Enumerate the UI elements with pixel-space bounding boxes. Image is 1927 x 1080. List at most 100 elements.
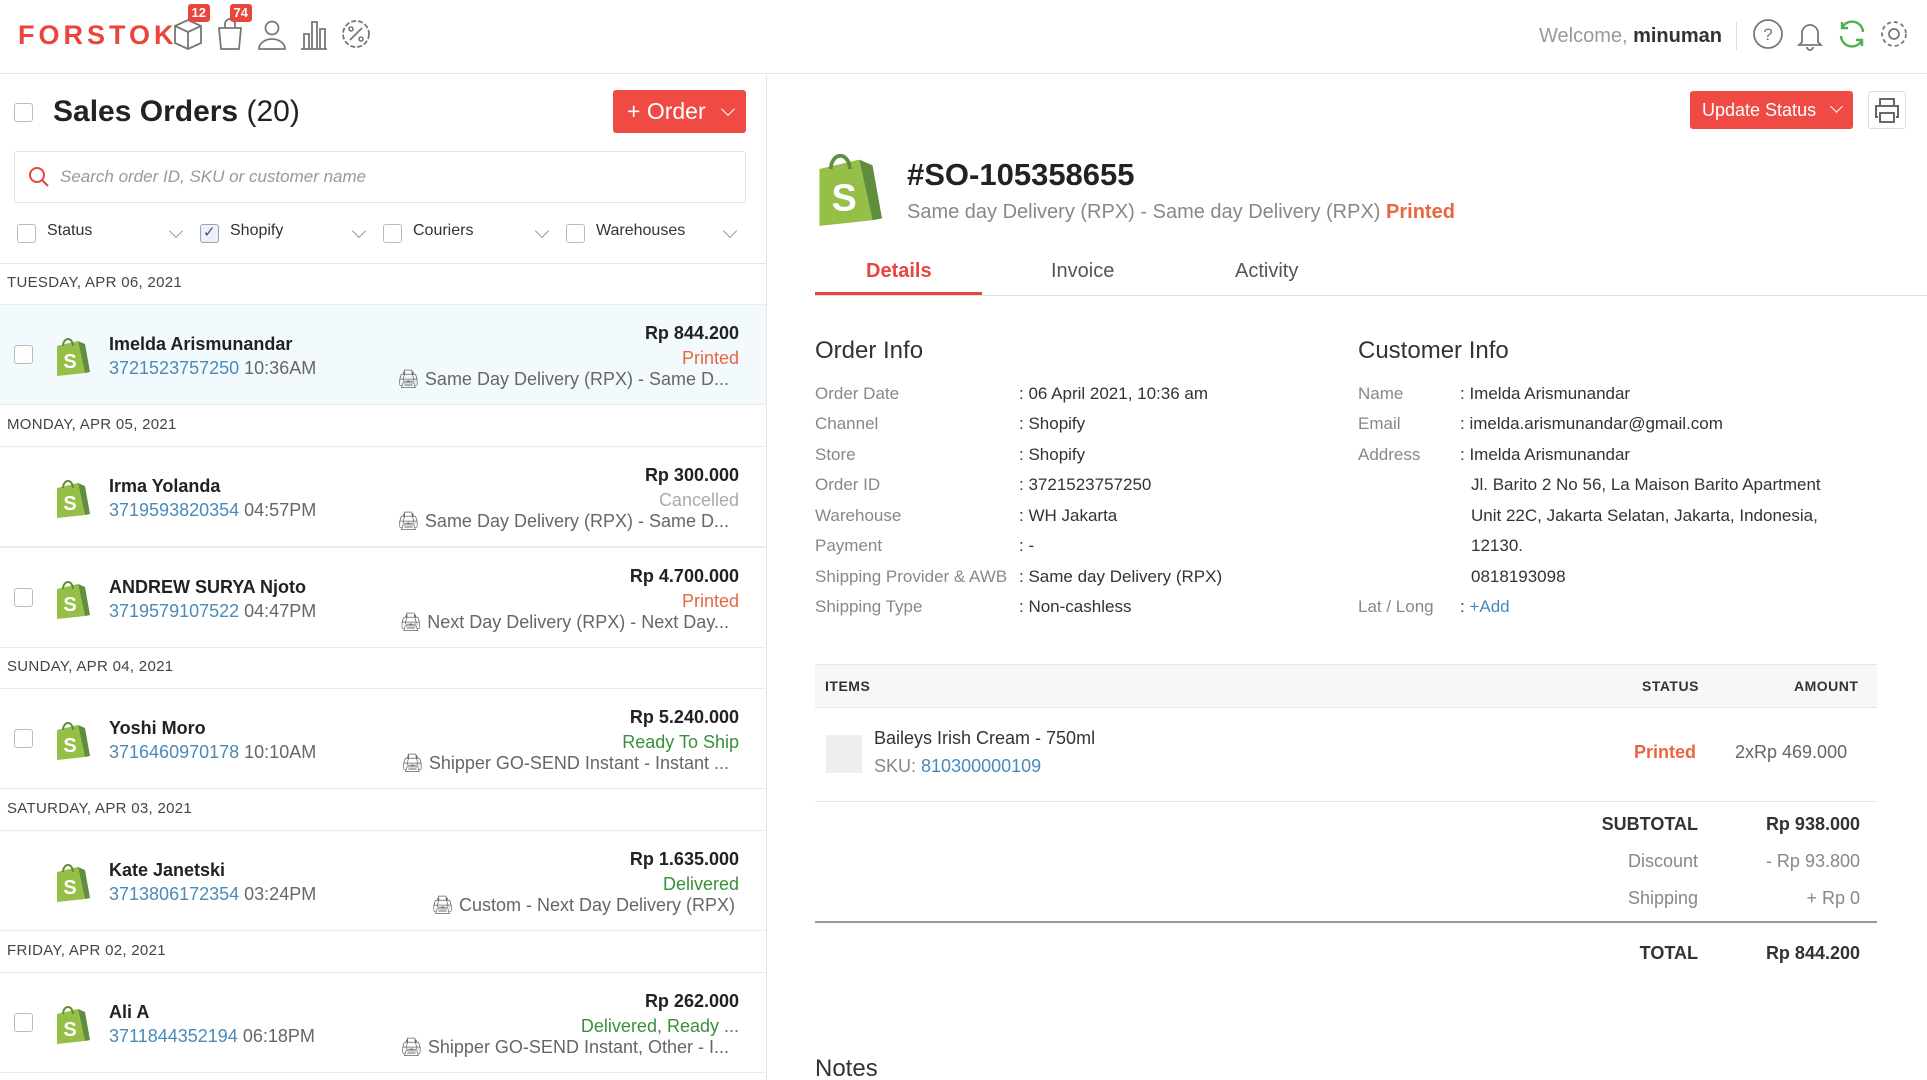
filter-couriers-chevron-icon[interactable] [534,223,550,239]
order-info-title: Order Info [815,337,924,364]
filter-shopify-chevron-icon[interactable] [351,223,367,239]
username[interactable]: minuman [1633,25,1722,47]
order-id-link[interactable]: 3719593820354 [109,500,239,520]
printer-icon: 🖨 [401,753,424,773]
search-input[interactable]: Search order ID, SKU or customer name [14,151,746,203]
new-order-button[interactable]: + Order [613,90,746,133]
order-status: Printed [681,348,739,368]
shipping-provider-label: Shipping Provider & AWB [815,567,1008,586]
store-label: Store [815,445,856,464]
payment-label: Payment [815,536,883,555]
order-id-link[interactable]: 3721523757250 [109,358,239,378]
brand-logo[interactable]: FORSTOK [18,20,178,51]
filter-couriers-checkbox[interactable] [383,224,402,243]
date-group-header: TUESDAY, APR 06, 2021 [0,264,766,304]
settings-gear-icon[interactable] [1876,16,1912,52]
customers-icon[interactable] [254,16,290,52]
filter-status-label[interactable]: Status [47,222,92,240]
reports-icon[interactable] [296,16,332,52]
new-order-label: + Order [627,98,706,124]
order-amount: Rp 5.240.000 [629,707,739,727]
filter-status-chevron-icon[interactable] [168,223,184,239]
page-title-text: Sales Orders [53,95,239,128]
date-group-header: SUNDAY, APR 04, 2021 [0,648,766,688]
order-row[interactable]: S Yoshi Moro 3716460970178 10:10AM Rp 5.… [0,688,766,789]
order-amount: Rp 300.000 [644,465,739,485]
order-checkbox[interactable] [14,588,33,607]
active-tab-indicator [815,292,982,295]
chevron-down-icon [720,101,736,117]
order-checkbox[interactable] [14,729,33,748]
printer-icon [1875,98,1899,123]
order-checkbox[interactable] [14,345,33,364]
update-status-button[interactable]: Update Status [1690,91,1853,129]
order-time: 04:57PM [244,500,317,520]
item-status: Printed [1634,742,1697,762]
notification-bell-icon[interactable] [1792,16,1828,52]
filter-shopify-label[interactable]: Shopify [230,222,283,240]
shopify-icon: S [57,722,90,760]
order-amount: Rp 262.000 [644,991,739,1011]
shipping-type-value: : Non-cashless [1019,597,1132,616]
filter-warehouses-label[interactable]: Warehouses [596,222,685,240]
welcome-text: Welcome, minuman [1539,25,1722,48]
filter-warehouses-checkbox[interactable] [566,224,585,243]
products-icon[interactable]: 12 [170,4,210,52]
promotions-icon[interactable] [338,16,374,52]
warehouse-label: Warehouse [815,506,902,525]
order-count: (20) [246,95,300,128]
customer-address-line: Unit 22C, Jakarta Selatan, Jakarta, Indo… [1471,506,1818,525]
orders-list-panel: Sales Orders (20) + Order Search order I… [0,75,767,1080]
order-id-link[interactable]: 3711844352194 [109,1026,238,1046]
order-row[interactable]: S Imelda Arismunandar 3721523757250 10:3… [0,304,766,405]
tab-activity[interactable]: Activity [1235,260,1298,283]
sync-icon[interactable] [1834,16,1870,52]
order-row[interactable]: S Kate Janetski 3713806172354 03:24PM Rp… [0,830,766,931]
tab-details[interactable]: Details [866,260,932,283]
filter-shopify-checkbox[interactable] [200,223,219,243]
order-id-line: 3716460970178 10:10AM [109,742,316,763]
tab-invoice[interactable]: Invoice [1051,260,1114,283]
printer-icon: 🖨 [399,612,423,632]
order-id-link[interactable]: 3713806172354 [109,884,239,904]
shopify-icon: S [57,864,90,902]
channel-label: Channel [815,414,879,433]
print-button[interactable] [1868,91,1906,129]
customer-address-line: : Imelda Arismunandar [1460,445,1631,464]
store-text: Shopify [1028,445,1086,464]
shipping-value: + Rp 0 [1806,888,1860,908]
shopify-icon: S [57,480,90,518]
filter-status-checkbox[interactable] [17,224,36,243]
item-sku-link[interactable]: 810300000109 [921,756,1041,776]
order-amount: Rp 844.200 [644,323,739,343]
product-thumbnail [826,735,862,773]
customer-name-text: Imelda Arismunandar [1469,384,1631,403]
orders-icon[interactable]: 74 [212,4,252,52]
order-status: Ready To Ship [622,732,739,752]
customer-name: Yoshi Moro [109,718,206,738]
filter-warehouses-chevron-icon[interactable] [722,223,738,239]
shopify-icon: S [57,338,90,376]
order-shipping: 🖨 Custom - Next Day Delivery (RPX) [431,895,735,916]
order-row[interactable]: S ANDREW SURYA Njoto 3719579107522 04:47… [0,547,766,648]
order-id-line: 3719579107522 04:47PM [109,601,316,622]
order-id-link[interactable]: 3719579107522 [109,601,239,621]
add-latlong-link[interactable]: +Add [1469,597,1509,616]
channel-value: : Shopify [1019,414,1086,433]
order-id-text: 3721523757250 [1028,475,1152,494]
filter-couriers-label[interactable]: Couriers [413,222,473,240]
latlong-value: : +Add [1460,597,1510,616]
order-checkbox[interactable] [14,1013,33,1032]
order-status: Printed [681,591,739,611]
order-id-link[interactable]: 3716460970178 [109,742,239,762]
printer-icon: 🖨 [397,511,420,531]
items-table-header: ITEMS STATUS AMOUNT [815,664,1877,708]
latlong-label: Lat / Long [1358,597,1434,616]
order-date-text: 06 April 2021, 10:36 am [1028,384,1209,403]
order-row[interactable]: S Irma Yolanda 3719593820354 04:57PM Rp … [0,446,766,547]
order-row[interactable]: S Ali A 3711844352194 06:18PM Rp 262.000… [0,972,766,1073]
customer-address-line: Jl. Barito 2 No 56, La Maison Barito Apa… [1471,475,1821,494]
products-badge: 12 [187,4,210,22]
help-icon[interactable]: ? [1750,16,1786,52]
select-all-checkbox[interactable] [14,103,33,122]
